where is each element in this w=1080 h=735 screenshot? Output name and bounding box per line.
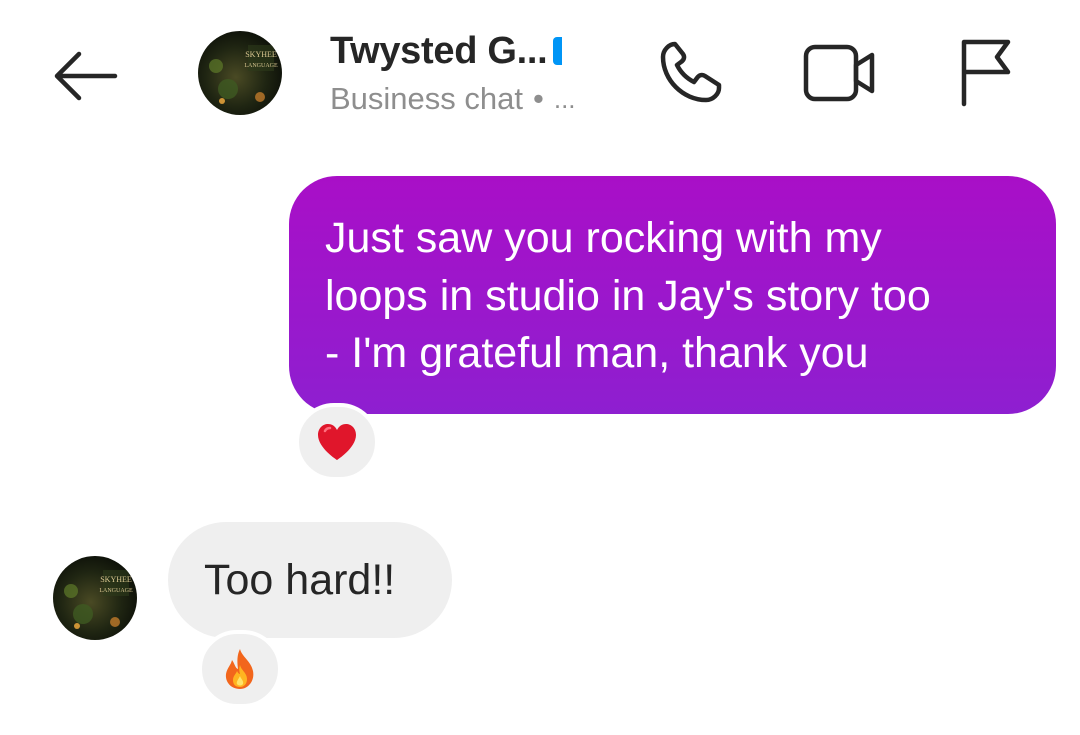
profile-picture: SKYHEE LANGUAGE xyxy=(198,31,282,115)
avatar-text-line2: LANGUAGE xyxy=(99,588,133,594)
chat-title: Twysted G... xyxy=(330,29,548,72)
profile-picture: SKYHEE LANGUAGE xyxy=(53,556,137,640)
message-reaction[interactable] xyxy=(198,630,282,708)
message-line: Just saw you rocking with my xyxy=(325,214,882,262)
avatar[interactable]: SKYHEE LANGUAGE xyxy=(198,31,282,115)
incoming-message-bubble[interactable]: Too hard!! xyxy=(168,522,452,638)
flag-icon xyxy=(961,39,1011,107)
fire-icon xyxy=(225,649,254,689)
back-button[interactable] xyxy=(44,40,124,112)
sender-avatar[interactable]: SKYHEE LANGUAGE xyxy=(53,556,137,640)
heart-icon xyxy=(318,424,356,460)
subtitle-separator: • xyxy=(533,81,544,116)
chat-subtitle: Business chat xyxy=(330,81,523,116)
report-button[interactable] xyxy=(939,28,1029,118)
audio-call-button[interactable] xyxy=(645,28,735,118)
avatar-text-line1: SKYHEE xyxy=(100,575,132,584)
subtitle-more: ... xyxy=(553,83,576,114)
message-line: - I'm grateful man, thank you xyxy=(325,329,869,377)
video-camera-icon xyxy=(803,44,875,102)
outgoing-message-bubble[interactable]: Just saw you rocking with my loops in st… xyxy=(289,176,1056,414)
chat-screen: SKYHEE LANGUAGE Twysted G... Business ch… xyxy=(0,0,1080,735)
video-call-button[interactable] xyxy=(795,28,885,118)
arrow-left-icon xyxy=(54,51,118,101)
phone-icon xyxy=(660,41,722,103)
avatar-text-line2: LANGUAGE xyxy=(244,63,278,69)
message-line: loops in studio in Jay's story too xyxy=(325,271,931,320)
verified-badge-icon xyxy=(553,37,563,65)
avatar-text-line1: SKYHEE xyxy=(245,50,277,59)
chat-title-block[interactable]: Twysted G... Business chat • ... xyxy=(330,26,620,117)
message-reaction[interactable] xyxy=(295,403,379,481)
message-text: Too hard!! xyxy=(204,555,396,604)
